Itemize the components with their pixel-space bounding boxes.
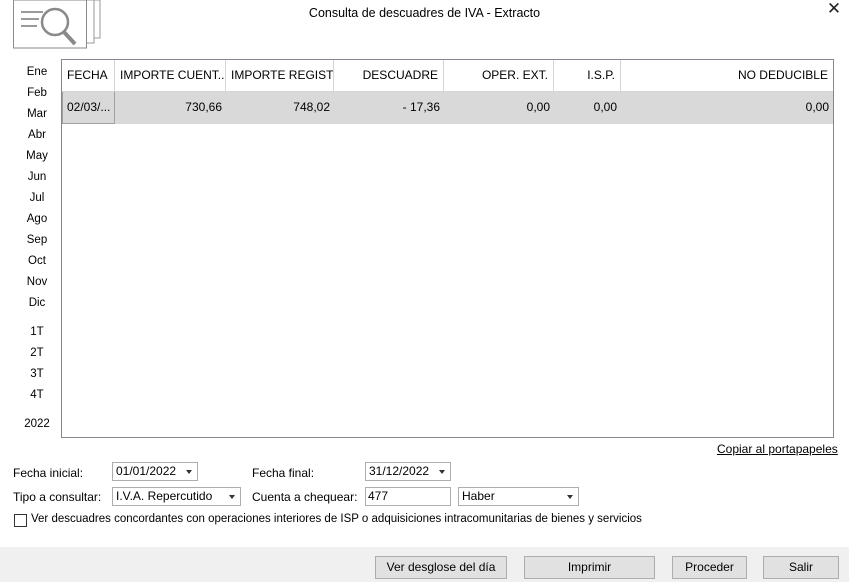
month-mar[interactable]: Mar [20, 108, 54, 120]
month-oct[interactable]: Oct [20, 255, 54, 267]
salir-button[interactable]: Salir [763, 556, 839, 579]
month-may[interactable]: May [20, 150, 54, 162]
month-ago[interactable]: Ago [20, 213, 54, 225]
chevron-down-icon[interactable] [562, 488, 578, 505]
chevron-down-icon[interactable] [434, 463, 450, 480]
cell-isp[interactable]: 0,00 [554, 92, 621, 124]
month-dic[interactable]: Dic [20, 297, 54, 309]
month-jun[interactable]: Jun [20, 171, 54, 183]
quarter-4t[interactable]: 4T [20, 389, 54, 401]
tipo-consultar-value: I.V.A. Repercutido [116, 489, 213, 503]
month-abr[interactable]: Abr [20, 129, 54, 141]
year-2022[interactable]: 2022 [20, 418, 54, 430]
proceder-button[interactable]: Proceder [672, 556, 747, 579]
cell-importe-cuenta[interactable]: 730,66 [115, 92, 226, 124]
fecha-inicial-picker[interactable]: 01/01/2022 [112, 462, 198, 481]
column-header-no-deducible[interactable]: NO DEDUCIBLE [621, 60, 833, 92]
month-ene[interactable]: Ene [20, 66, 54, 78]
cuenta-chequear-label: Cuenta a chequear: [252, 490, 358, 504]
fecha-final-label: Fecha final: [252, 466, 315, 480]
window-title: Consulta de descuadres de IVA - Extracto [308, 6, 541, 20]
isp-intracomunitarias-checkbox[interactable] [14, 514, 27, 527]
fecha-final-picker[interactable]: 31/12/2022 [365, 462, 451, 481]
month-jul[interactable]: Jul [20, 192, 54, 204]
column-header-isp[interactable]: I.S.P. [554, 60, 621, 92]
column-header-importe-cuenta[interactable]: IMPORTE CUENT... [115, 60, 226, 92]
debe-haber-select[interactable]: Haber [458, 487, 579, 506]
grid-header: FECHA IMPORTE CUENT... IMPORTE REGIST...… [62, 60, 833, 92]
chevron-down-icon[interactable] [224, 488, 240, 505]
cell-no-deducible[interactable]: 0,00 [621, 92, 833, 124]
ver-desglose-button[interactable]: Ver desglose del día [375, 556, 507, 579]
month-nov[interactable]: Nov [20, 276, 54, 288]
cell-oper-ext[interactable]: 0,00 [444, 92, 554, 124]
cell-importe-registro[interactable]: 748,02 [226, 92, 334, 124]
fecha-inicial-value: 01/01/2022 [116, 464, 177, 478]
column-header-importe-registro[interactable]: IMPORTE REGIST... [226, 60, 334, 92]
cuenta-chequear-value: 477 [368, 489, 389, 503]
month-feb[interactable]: Feb [20, 87, 54, 99]
imprimir-button[interactable]: Imprimir [524, 556, 655, 579]
cell-fecha[interactable]: 02/03/... [62, 92, 115, 124]
tipo-consultar-select[interactable]: I.V.A. Repercutido [112, 487, 241, 506]
cell-descuadre[interactable]: - 17,36 [334, 92, 444, 124]
column-header-fecha[interactable]: FECHA [62, 60, 115, 92]
debe-haber-value: Haber [462, 489, 495, 503]
fecha-final-value: 31/12/2022 [369, 464, 430, 478]
quarter-2t[interactable]: 2T [20, 347, 54, 359]
copy-to-clipboard-link[interactable]: Copiar al portapapeles [717, 442, 838, 456]
results-grid[interactable]: FECHA IMPORTE CUENT... IMPORTE REGIST...… [61, 59, 834, 438]
tipo-consultar-label: Tipo a consultar: [13, 490, 102, 504]
table-row[interactable]: 02/03/... 730,66 748,02 - 17,36 0,00 0,0… [62, 92, 833, 124]
isp-intracomunitarias-label[interactable]: Ver descuadres concordantes con operacio… [31, 513, 642, 525]
fecha-inicial-label: Fecha inicial: [13, 466, 84, 480]
quarter-1t[interactable]: 1T [20, 326, 54, 338]
month-sep[interactable]: Sep [20, 234, 54, 246]
column-header-descuadre[interactable]: DESCUADRE [334, 60, 444, 92]
quarter-3t[interactable]: 3T [20, 368, 54, 380]
column-header-oper-ext[interactable]: OPER. EXT. [444, 60, 554, 92]
chevron-down-icon[interactable] [181, 463, 197, 480]
cuenta-chequear-input[interactable]: 477 [365, 487, 451, 506]
close-icon[interactable]: ✕ [826, 0, 842, 17]
